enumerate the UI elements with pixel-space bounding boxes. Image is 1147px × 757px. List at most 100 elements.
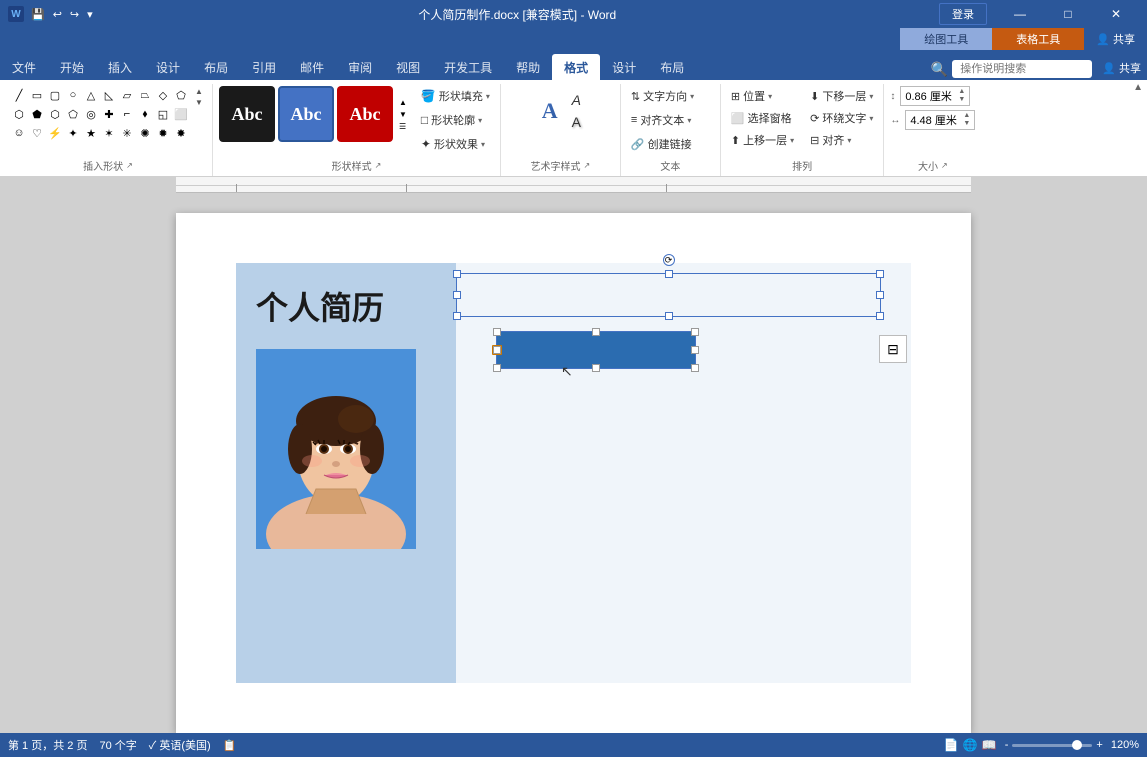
zoom-minus-btn[interactable]: - <box>1005 739 1009 751</box>
redo-btn[interactable]: ↪ <box>67 7 82 22</box>
effect-dropdown-arrow[interactable]: ▾ <box>481 140 485 149</box>
shape-smiley[interactable]: ☺ <box>10 124 28 142</box>
tab-design[interactable]: 设计 <box>144 54 192 80</box>
shape-heart[interactable]: ♡ <box>28 124 46 142</box>
customize-btn[interactable]: ▾ <box>84 7 96 22</box>
shape-diamond[interactable]: ◇ <box>154 86 172 104</box>
width-down[interactable]: ▼ <box>963 120 970 128</box>
shape-star6[interactable]: ✶ <box>100 124 118 142</box>
rotate-handle[interactable]: ⟳ <box>663 254 675 266</box>
handle-ml[interactable] <box>453 291 461 299</box>
shape-bevel[interactable]: ⬧ <box>136 105 154 123</box>
tab-dev[interactable]: 开发工具 <box>432 54 504 80</box>
shape-lightning[interactable]: ⚡ <box>46 124 64 142</box>
style-preset-dark[interactable]: Abc <box>219 86 275 142</box>
shape-outline-btn[interactable]: □ 形状轮廓 ▾ <box>417 110 494 130</box>
shape-effect-btn[interactable]: ✦ 形状效果 ▾ <box>417 134 494 154</box>
minimize-button[interactable]: — <box>997 0 1043 28</box>
blue-handle-bl[interactable] <box>493 364 501 372</box>
read-view-btn[interactable]: 📖 <box>982 738 997 752</box>
shape-rect[interactable]: ▭ <box>28 86 46 104</box>
shape-scroll-up[interactable]: ▲ <box>192 86 206 96</box>
blue-rectangle-shape[interactable] <box>496 331 696 369</box>
shape-star5[interactable]: ★ <box>82 124 100 142</box>
tab-file[interactable]: 文件 <box>0 54 48 80</box>
fill-dropdown-arrow[interactable]: ▾ <box>486 92 490 101</box>
align-text-btn[interactable]: ≡ 对齐文本 ▾ <box>627 110 698 130</box>
move-back-arrow[interactable]: ▾ <box>869 92 873 101</box>
width-spinners[interactable]: ▲ ▼ <box>963 112 970 129</box>
align-btn[interactable]: ⊟ 对齐 ▾ <box>806 130 877 150</box>
ribbon-collapse-btn[interactable]: ▲ <box>1133 82 1143 93</box>
text-box-container[interactable]: ⟳ <box>456 273 881 317</box>
shape-star16[interactable]: ✸ <box>172 124 190 142</box>
tab-layout[interactable]: 布局 <box>192 54 240 80</box>
shape-L[interactable]: ⌐ <box>118 105 136 123</box>
shape-frame[interactable]: ⬜ <box>172 105 190 123</box>
tab-review[interactable]: 审阅 <box>336 54 384 80</box>
style-scroll-up[interactable]: ▲ <box>396 97 410 108</box>
shape-plus[interactable]: ✚ <box>100 105 118 123</box>
tab-table-layout[interactable]: 布局 <box>648 54 696 80</box>
shape-donut[interactable]: ◎ <box>82 105 100 123</box>
maximize-button[interactable]: □ <box>1045 0 1091 28</box>
text-direction-btn[interactable]: ⇅ 文字方向 ▾ <box>627 86 698 106</box>
tab-view[interactable]: 视图 <box>384 54 432 80</box>
outline-dropdown-arrow[interactable]: ▾ <box>478 116 482 125</box>
drawing-tools-tab[interactable]: 绘图工具 <box>900 28 992 50</box>
art-styles-expand[interactable]: ↗ <box>584 161 591 170</box>
shape-snip-corner[interactable]: ◱ <box>154 105 172 123</box>
shape-star12[interactable]: ✹ <box>154 124 172 142</box>
tab-table-design[interactable]: 设计 <box>600 54 648 80</box>
shape-ellipse[interactable]: ○ <box>64 86 82 104</box>
shape-trapezoid[interactable]: ⏢ <box>136 86 154 104</box>
zoom-plus-btn[interactable]: + <box>1096 739 1102 751</box>
shape-round-rect[interactable]: ▢ <box>46 86 64 104</box>
shape-octagon[interactable]: ⬡ <box>46 105 64 123</box>
style-preset-blue[interactable]: Abc <box>278 86 334 142</box>
text-direction-arrow[interactable]: ▾ <box>690 92 694 101</box>
style-more[interactable]: ☰ <box>396 121 410 132</box>
shape-styles-expand[interactable]: ↗ <box>375 161 382 170</box>
help-search-input[interactable] <box>952 60 1092 78</box>
width-up[interactable]: ▲ <box>963 112 970 120</box>
handle-bc[interactable] <box>665 312 673 320</box>
shape-heptagon[interactable]: ⬟ <box>28 105 46 123</box>
save-btn[interactable]: 💾 <box>28 7 48 22</box>
height-spinners[interactable]: ▲ ▼ <box>958 88 965 105</box>
shape-pentagon[interactable]: ⬠ <box>172 86 190 104</box>
blue-handle-tr[interactable] <box>691 328 699 336</box>
shape-right-triangle[interactable]: ◺ <box>100 86 118 104</box>
size-expand[interactable]: ↗ <box>941 161 948 170</box>
zoom-track[interactable] <box>1012 744 1092 747</box>
tab-help[interactable]: 帮助 <box>504 54 552 80</box>
shape-triangle[interactable]: △ <box>82 86 100 104</box>
shape-star4[interactable]: ✦ <box>64 124 82 142</box>
position-arrow[interactable]: ▾ <box>768 92 772 101</box>
position-btn[interactable]: ⊞ 位置 ▾ <box>727 86 798 106</box>
create-link-btn[interactable]: 🔗 创建链接 <box>627 134 698 154</box>
tab-reference[interactable]: 引用 <box>240 54 288 80</box>
blue-handle-mr[interactable] <box>691 346 699 354</box>
tab-mail[interactable]: 邮件 <box>288 54 336 80</box>
undo-btn[interactable]: ↩ <box>50 7 65 22</box>
print-view-btn[interactable]: 📄 <box>944 738 959 752</box>
move-fwd-arrow[interactable]: ▾ <box>790 136 794 145</box>
height-up[interactable]: ▲ <box>958 88 965 96</box>
blue-handle-br[interactable] <box>691 364 699 372</box>
user-icon[interactable]: 👤 共享 <box>1096 58 1147 78</box>
shape-line[interactable]: ╱ <box>10 86 28 104</box>
blue-handle-tl[interactable] <box>493 328 501 336</box>
wrap-arrow[interactable]: ▾ <box>869 114 873 123</box>
tab-insert[interactable]: 插入 <box>96 54 144 80</box>
shape-hexagon[interactable]: ⬡ <box>10 105 28 123</box>
insert-shapes-expand[interactable]: ↗ <box>126 161 133 170</box>
style-scroll-down[interactable]: ▼ <box>396 109 410 120</box>
move-back-btn[interactable]: ⬇ 下移一层 ▾ <box>806 86 877 106</box>
shape-fill-btn[interactable]: 🪣 形状填充 ▾ <box>417 86 494 106</box>
shape-star8[interactable]: ✳ <box>118 124 136 142</box>
handle-mr[interactable] <box>876 291 884 299</box>
shape-decagon[interactable]: ⬠ <box>64 105 82 123</box>
web-view-btn[interactable]: 🌐 <box>963 738 978 752</box>
move-forward-btn[interactable]: ⬆ 上移一层 ▾ <box>727 130 798 150</box>
